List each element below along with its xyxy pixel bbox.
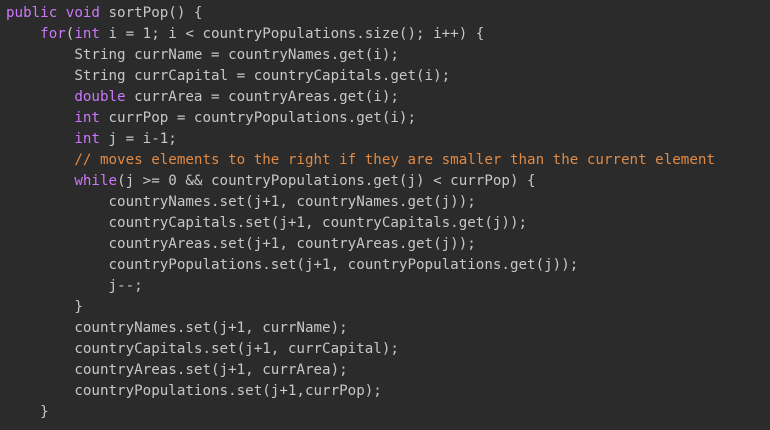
code-token-keyword: void: [65, 5, 100, 21]
code-token-plain: countryCapitals.set(j+1, countryCapitals…: [108, 215, 528, 231]
code-line[interactable]: for(int i = 1; i < countryPopulations.si…: [6, 24, 715, 45]
code-line[interactable]: }: [6, 297, 715, 318]
code-line[interactable]: j--;: [6, 276, 715, 297]
code-token-plain: }: [74, 299, 83, 315]
code-line[interactable]: public void sortPop() {: [6, 3, 715, 24]
code-token-plain: sortPop() {: [99, 5, 203, 21]
code-line[interactable]: }: [6, 423, 715, 430]
code-token-keyword: while: [74, 173, 118, 189]
code-token-keyword: public: [6, 5, 58, 21]
code-token-plain: }: [40, 404, 49, 420]
code-token-plain: countryCapitals.set(j+1, currCapital);: [74, 341, 399, 357]
code-token-plain: j = i-1;: [99, 131, 177, 147]
code-editor[interactable]: public void sortPop() { for(int i = 1; i…: [0, 0, 770, 430]
code-line[interactable]: while(j >= 0 && countryPopulations.get(j…: [6, 171, 715, 192]
code-token-plain: String currCapital = countryCapitals.get…: [74, 68, 451, 84]
code-line[interactable]: countryPopulations.set(j+1, countryPopul…: [6, 255, 715, 276]
code-area[interactable]: public void sortPop() { for(int i = 1; i…: [6, 3, 715, 430]
code-token-plain: currPop = countryPopulations.get(i);: [99, 110, 417, 126]
code-line[interactable]: String currName = countryNames.get(i);: [6, 45, 715, 66]
code-line[interactable]: String currCapital = countryCapitals.get…: [6, 66, 715, 87]
code-line[interactable]: countryCapitals.set(j+1, countryCapitals…: [6, 213, 715, 234]
code-line[interactable]: countryAreas.set(j+1, countryAreas.get(j…: [6, 234, 715, 255]
code-token-keyword: int: [74, 26, 100, 42]
code-token-plain: currArea = countryAreas.get(i);: [125, 89, 399, 105]
code-token-plain: j--;: [108, 278, 143, 294]
code-token-plain: countryPopulations.set(j+1, countryPopul…: [108, 257, 579, 273]
code-token-plain: (j >= 0 && countryPopulations.get(j) < c…: [117, 173, 536, 189]
code-line[interactable]: countryCapitals.set(j+1, currCapital);: [6, 339, 715, 360]
code-token-comment: // moves elements to the right if they a…: [74, 152, 715, 168]
code-line[interactable]: }: [6, 402, 715, 423]
code-line[interactable]: int currPop = countryPopulations.get(i);: [6, 108, 715, 129]
code-token-type: double: [74, 89, 126, 105]
code-token-plain: countryAreas.set(j+1, countryAreas.get(j…: [108, 236, 476, 252]
code-line[interactable]: countryPopulations.set(j+1,currPop);: [6, 381, 715, 402]
code-token-plain: i = 1; i < countryPopulations.size(); i+…: [99, 26, 485, 42]
code-token-plain: String currName = countryNames.get(i);: [74, 47, 399, 63]
code-token-plain: countryPopulations.set(j+1,currPop);: [74, 383, 382, 399]
code-token-plain: countryAreas.set(j+1, currArea);: [74, 362, 348, 378]
code-line[interactable]: countryNames.set(j+1, countryNames.get(j…: [6, 192, 715, 213]
code-line[interactable]: int j = i-1;: [6, 129, 715, 150]
code-line[interactable]: // moves elements to the right if they a…: [6, 150, 715, 171]
code-token-type: int: [74, 131, 100, 147]
code-token-plain: countryNames.set(j+1, countryNames.get(j…: [108, 194, 476, 210]
code-line[interactable]: countryNames.set(j+1, currName);: [6, 318, 715, 339]
code-token-keyword: for: [40, 26, 66, 42]
code-token-plain: countryNames.set(j+1, currName);: [74, 320, 348, 336]
code-line[interactable]: countryAreas.set(j+1, currArea);: [6, 360, 715, 381]
code-token-type: int: [74, 110, 100, 126]
code-line[interactable]: double currArea = countryAreas.get(i);: [6, 87, 715, 108]
